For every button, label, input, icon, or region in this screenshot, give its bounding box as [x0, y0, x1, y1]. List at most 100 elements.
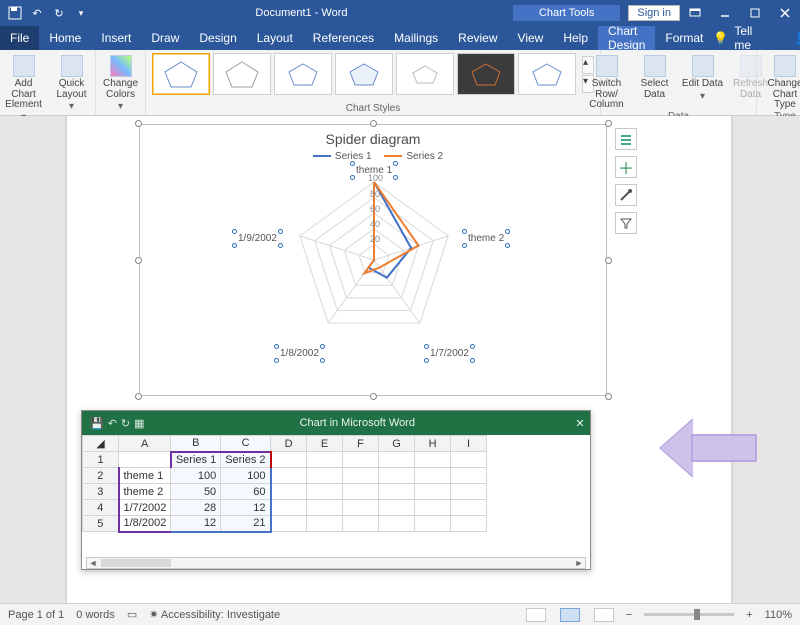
tab-insert[interactable]: Insert [91, 26, 141, 50]
tab-file[interactable]: File [0, 26, 39, 50]
cell-B5[interactable]: 12 [171, 516, 221, 532]
cell-C2[interactable]: 100 [221, 468, 271, 484]
change-colors-button[interactable]: Change Colors▾ [99, 53, 143, 113]
status-accessibility[interactable]: ✷ Accessibility: Investigate [149, 608, 280, 621]
row-4[interactable]: 4 [83, 500, 119, 516]
handle-bl[interactable] [135, 393, 142, 400]
undo-icon[interactable]: ↶ [28, 4, 46, 22]
cell-A1[interactable] [119, 452, 171, 468]
chart-style-1[interactable] [152, 53, 210, 95]
select-all[interactable]: ◢ [83, 436, 119, 452]
zoom-slider[interactable] [644, 613, 734, 616]
sign-in-button[interactable]: Sign in [628, 5, 680, 21]
tell-me-text[interactable]: Tell me [734, 24, 761, 52]
tab-view[interactable]: View [508, 26, 554, 50]
share-icon[interactable]: 👤 [794, 31, 800, 45]
switch-row-column-button[interactable]: Switch Row/ Column [585, 53, 629, 111]
col-D[interactable]: D [271, 436, 307, 452]
document-area[interactable]: Spider diagram Series 1 Series 2 100 80 … [0, 116, 800, 603]
handle-br[interactable] [605, 393, 612, 400]
cell-A3[interactable]: theme 2 [119, 484, 171, 500]
quick-layout-button[interactable]: Quick Layout▾ [50, 53, 94, 123]
chart-styles-gallery[interactable] [152, 53, 576, 95]
status-page[interactable]: Page 1 of 1 [8, 609, 64, 621]
chart-style-3[interactable] [274, 53, 332, 95]
minimize-icon[interactable] [710, 2, 740, 24]
excel-redo-icon[interactable]: ↻ [121, 417, 130, 430]
maximize-icon[interactable] [740, 2, 770, 24]
col-H[interactable]: H [415, 436, 451, 452]
chart-object[interactable]: Spider diagram Series 1 Series 2 100 80 … [139, 124, 607, 396]
cell-A4[interactable]: 1/7/2002 [119, 500, 171, 516]
legend-series-2[interactable]: Series 2 [406, 151, 443, 162]
chart-title[interactable]: Spider diagram [140, 125, 606, 147]
col-C[interactable]: C [221, 436, 271, 452]
chart-style-4[interactable] [335, 53, 393, 95]
col-I[interactable]: I [451, 436, 487, 452]
row-1[interactable]: 1 [83, 452, 119, 468]
select-data-button[interactable]: Select Data [633, 53, 677, 111]
tab-mailings[interactable]: Mailings [384, 26, 448, 50]
cell-B3[interactable]: 50 [171, 484, 221, 500]
row-2[interactable]: 2 [83, 468, 119, 484]
chart-styles-button[interactable]: ＋ [615, 156, 637, 178]
cell-B2[interactable]: 100 [171, 468, 221, 484]
handle-tl[interactable] [135, 120, 142, 127]
cat-label-2[interactable]: 1/7/2002 [430, 348, 469, 359]
status-words[interactable]: 0 words [76, 609, 115, 621]
tab-format[interactable]: Format [655, 26, 713, 50]
chart-filter-button[interactable] [615, 212, 637, 234]
status-lang-icon[interactable]: ▭ [127, 608, 137, 621]
add-chart-element-button[interactable]: Add Chart Element▾ [2, 53, 46, 123]
tab-draw[interactable]: Draw [141, 26, 189, 50]
cell-C5[interactable]: 21 [221, 516, 271, 532]
cat-label-4[interactable]: 1/9/2002 [238, 233, 277, 244]
cell-B1[interactable]: Series 1 [171, 452, 221, 468]
view-print-layout-icon[interactable] [560, 608, 580, 622]
handle-bm[interactable] [370, 393, 377, 400]
tab-references[interactable]: References [303, 26, 384, 50]
cat-label-0[interactable]: theme 1 [356, 165, 392, 176]
chart-style-6[interactable] [457, 53, 515, 95]
cell-C1[interactable]: Series 2 [221, 452, 271, 468]
ribbon-display-options-icon[interactable] [680, 2, 710, 24]
cell-C4[interactable]: 12 [221, 500, 271, 516]
tab-review[interactable]: Review [448, 26, 507, 50]
cat-label-3[interactable]: 1/8/2002 [280, 348, 319, 359]
chart-legend[interactable]: Series 1 Series 2 [140, 147, 606, 162]
chart-elements-button[interactable] [615, 128, 637, 150]
excel-hscroll[interactable]: ◄► [86, 557, 586, 569]
excel-undo-icon[interactable]: ↶ [108, 417, 117, 430]
qat-customize-icon[interactable]: ▾ [72, 4, 90, 22]
handle-tr[interactable] [605, 120, 612, 127]
cell-B4[interactable]: 28 [171, 500, 221, 516]
zoom-in-icon[interactable]: + [746, 609, 752, 621]
tab-home[interactable]: Home [39, 26, 91, 50]
handle-ml[interactable] [135, 257, 142, 264]
excel-window[interactable]: 💾 ↶ ↻ ▦ Chart in Microsoft Word ✕ ◢ A B … [81, 410, 591, 570]
redo-icon[interactable]: ↻ [50, 4, 68, 22]
chart-style-7[interactable] [518, 53, 576, 95]
row-3[interactable]: 3 [83, 484, 119, 500]
tab-layout[interactable]: Layout [247, 26, 303, 50]
tell-me-bulb-icon[interactable]: 💡 [713, 31, 728, 45]
handle-mr[interactable] [605, 257, 612, 264]
excel-sheet[interactable]: ◢ A B C D E F G H I 1 Series 1 [82, 435, 590, 571]
edit-data-button[interactable]: Edit Data▾ [681, 53, 725, 111]
handle-tm[interactable] [370, 120, 377, 127]
excel-titlebar[interactable]: 💾 ↶ ↻ ▦ Chart in Microsoft Word ✕ [82, 411, 590, 435]
tab-design[interactable]: Design [189, 26, 246, 50]
page[interactable]: Spider diagram Series 1 Series 2 100 80 … [67, 116, 731, 603]
save-icon[interactable] [6, 4, 24, 22]
close-icon[interactable] [770, 2, 800, 24]
chart-style-2[interactable] [213, 53, 271, 95]
col-E[interactable]: E [307, 436, 343, 452]
tab-chart-design[interactable]: Chart Design [598, 26, 655, 50]
col-G[interactable]: G [379, 436, 415, 452]
chart-style-5[interactable] [396, 53, 454, 95]
chart-format-button[interactable] [615, 184, 637, 206]
zoom-out-icon[interactable]: − [626, 609, 632, 621]
zoom-level[interactable]: 110% [765, 609, 792, 621]
excel-close-icon[interactable]: ✕ [570, 417, 590, 430]
cell-A2[interactable]: theme 1 [119, 468, 171, 484]
